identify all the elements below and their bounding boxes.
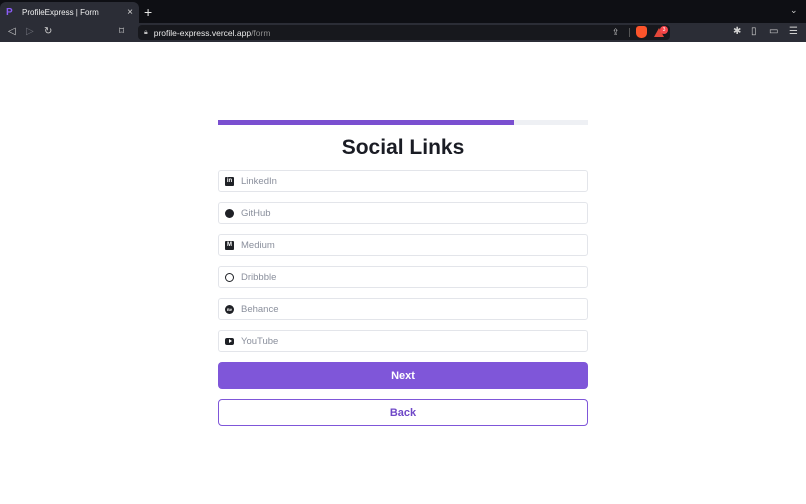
behance-input[interactable] — [241, 303, 571, 315]
linkedin-input[interactable] — [241, 175, 571, 187]
forward-arrow-icon[interactable]: ▷ — [26, 26, 34, 38]
browser-toolbar: ◁ ▷ ↻ ⌑ 🔒︎ profile-express.vercel.app /f… — [0, 23, 806, 42]
puzzle-icon[interactable]: ✱ — [733, 26, 741, 38]
bookmark-icon[interactable]: ⌑ — [119, 26, 124, 38]
progress-bar — [218, 120, 588, 125]
url-host: profile-express.vercel.app — [153, 27, 252, 38]
page-content: Social Links in M Bē Next Back — [0, 42, 806, 504]
tab-title: ProfileExpress | Form — [22, 8, 99, 17]
medium-input[interactable] — [241, 239, 571, 251]
wallet-icon[interactable]: ▭ — [769, 26, 778, 38]
back-button[interactable]: Back — [218, 399, 588, 426]
profileexpress-favicon-icon: P — [6, 6, 13, 18]
github-input[interactable] — [241, 207, 571, 219]
progress-fill — [218, 120, 514, 125]
behance-icon: Bē — [225, 304, 234, 314]
dribbble-icon — [225, 272, 234, 282]
brave-rewards-icon[interactable]: 3 — [654, 26, 668, 38]
behance-field[interactable]: Bē — [218, 298, 588, 320]
sidebar-icon[interactable]: ▯ — [751, 26, 757, 38]
youtube-field[interactable] — [218, 330, 588, 352]
youtube-input[interactable] — [241, 335, 571, 347]
linkedin-icon: in — [225, 176, 234, 186]
github-icon — [225, 208, 234, 218]
tab-list-chevron-icon[interactable]: ⌄ — [790, 5, 798, 16]
medium-field[interactable]: M — [218, 234, 588, 256]
url-path: /form — [251, 27, 271, 38]
youtube-play-icon — [225, 337, 234, 345]
youtube-icon — [225, 337, 234, 346]
browser-tab-active[interactable]: P ProfileExpress | Form × — [0, 2, 139, 23]
address-bar-divider — [629, 28, 630, 37]
rewards-badge: 3 — [660, 26, 668, 34]
dribbble-field[interactable] — [218, 266, 588, 288]
medium-icon: M — [225, 240, 234, 250]
reload-icon[interactable]: ↻ — [44, 26, 52, 38]
address-bar[interactable]: 🔒︎ profile-express.vercel.app /form ⇪ 3 — [138, 25, 670, 40]
lock-icon: 🔒︎ — [144, 28, 148, 36]
brave-shield-icon[interactable] — [636, 26, 647, 38]
back-arrow-icon[interactable]: ◁ — [8, 26, 16, 38]
tab-close-icon[interactable]: × — [127, 7, 133, 18]
next-button[interactable]: Next — [218, 362, 588, 389]
new-tab-button[interactable]: + — [144, 4, 152, 20]
hamburger-menu-icon[interactable]: ☰ — [789, 26, 798, 38]
share-icon[interactable]: ⇪ — [612, 27, 620, 38]
github-field[interactable] — [218, 202, 588, 224]
page-title: Social Links — [341, 136, 465, 159]
dribbble-input[interactable] — [241, 271, 571, 283]
browser-tab-bar: P ProfileExpress | Form × + ⌄ — [0, 0, 806, 23]
linkedin-field[interactable]: in — [218, 170, 588, 192]
